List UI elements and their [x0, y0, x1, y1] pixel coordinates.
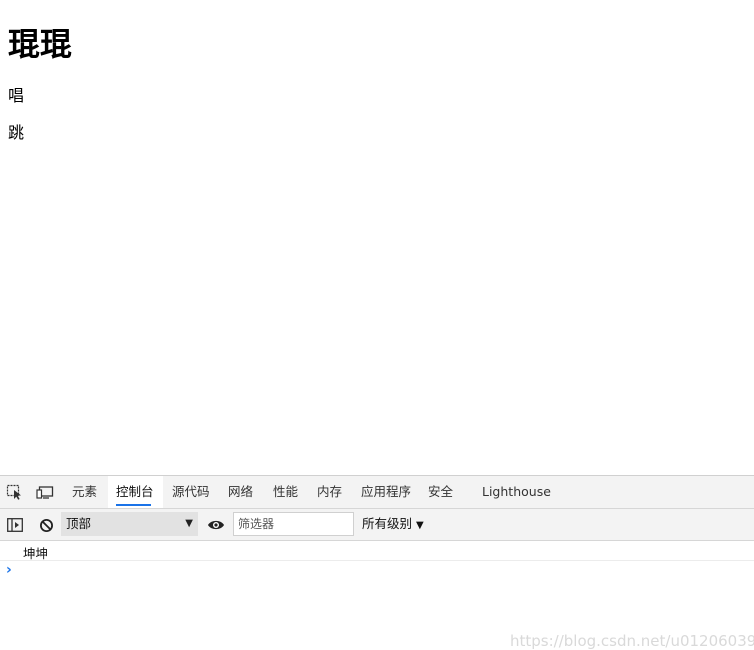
watermark: https://blog.csdn.net/u012060395 [510, 632, 754, 650]
live-expression-eye-icon[interactable] [206, 516, 226, 534]
tab-memory[interactable]: 内存 [309, 476, 350, 508]
tab-sources[interactable]: 源代码 [164, 476, 218, 508]
context-selector[interactable]: 顶部 ▼ [61, 512, 198, 536]
filter-input[interactable] [233, 512, 354, 536]
log-levels-dropdown[interactable]: 所有级别 ▼ [362, 512, 424, 536]
page-viewport: 琨琨 唱 跳 [0, 0, 754, 475]
console-sidebar-icon[interactable] [6, 516, 24, 534]
devtools-tab-bar: 元素 控制台 源代码 网络 性能 内存 应用程序 安全 Lighthouse [0, 476, 754, 509]
tab-network[interactable]: 网络 [220, 476, 261, 508]
console-output: 坤坤 › https://blog.csdn.net/u012060395 [0, 541, 754, 650]
console-log-text: 坤坤 [23, 546, 49, 561]
paragraph-dance: 跳 [8, 123, 25, 142]
tab-security[interactable]: 安全 [420, 476, 461, 508]
inspect-element-icon[interactable] [6, 484, 24, 500]
chevron-down-icon: ▼ [185, 518, 193, 529]
clear-console-icon[interactable] [37, 516, 55, 534]
tab-console[interactable]: 控制台 [108, 476, 163, 508]
console-toolbar: 顶部 ▼ 所有级别▼ [0, 509, 754, 541]
devtools-panel: 元素 控制台 源代码 网络 性能 内存 应用程序 安全 Lighthouse 顶… [0, 475, 754, 650]
console-log-row: 坤坤 [0, 541, 754, 561]
device-toolbar-icon[interactable] [36, 484, 54, 500]
page-heading: 琨琨 [8, 25, 73, 63]
log-levels-label: 所有级别 [362, 516, 413, 531]
tab-performance[interactable]: 性能 [265, 476, 306, 508]
tab-lighthouse[interactable]: Lighthouse [474, 476, 559, 508]
tab-application[interactable]: 应用程序 [353, 476, 419, 508]
console-prompt-icon[interactable]: › [6, 562, 12, 578]
context-selector-value: 顶部 [66, 516, 92, 531]
paragraph-sing: 唱 [8, 86, 25, 105]
chevron-down-icon: ▼ [416, 520, 424, 531]
tab-elements[interactable]: 元素 [64, 476, 105, 508]
